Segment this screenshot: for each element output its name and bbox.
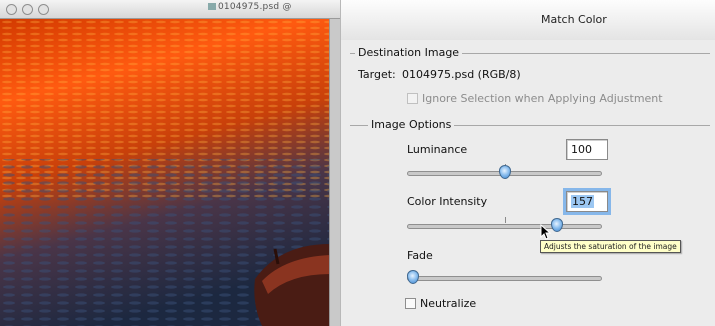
fade-slider-track[interactable] [407,276,602,281]
document-title: 0104975.psd @ [208,2,292,12]
color-intensity-label: Color Intensity [407,195,488,208]
document-vertical-scrollbar[interactable] [329,19,340,326]
luminance-label: Luminance [407,143,468,156]
color-intensity-input[interactable]: 157 [563,188,611,215]
dialog-titlebar: Match Color [341,0,715,40]
color-intensity-slider-thumb[interactable] [550,218,563,232]
target-value: 0104975.psd (RGB/8) [402,68,521,81]
destination-image-heading: Destination Image [355,46,463,59]
target-label: Target: [358,68,396,81]
ignore-selection-label: Ignore Selection when Applying Adjustmen… [422,92,663,105]
dialog-title: Match Color [541,13,607,26]
mouse-pointer-icon [540,224,552,240]
luminance-input[interactable]: 100 [566,139,608,160]
zoom-window-icon[interactable] [38,4,49,15]
neutralize-checkbox[interactable] [405,298,416,309]
document-title-text: 0104975.psd @ [218,2,292,12]
fade-label: Fade [407,249,433,262]
neutralize-label: Neutralize [420,297,477,310]
sunset-water-photo [0,19,340,326]
image-options-heading: Image Options [368,118,455,131]
color-intensity-tooltip: Adjusts the saturation of the image [540,240,681,253]
color-intensity-slider-track[interactable] [407,224,602,229]
document-icon [208,3,216,10]
close-window-icon[interactable] [6,4,17,15]
document-window: 0104975.psd @ [0,0,340,326]
minimize-window-icon[interactable] [22,4,33,15]
document-titlebar: 0104975.psd @ [0,0,340,19]
ignore-selection-checkbox[interactable] [407,93,418,104]
color-intensity-slider-tick [505,217,506,223]
luminance-slider-thumb[interactable] [498,165,511,179]
